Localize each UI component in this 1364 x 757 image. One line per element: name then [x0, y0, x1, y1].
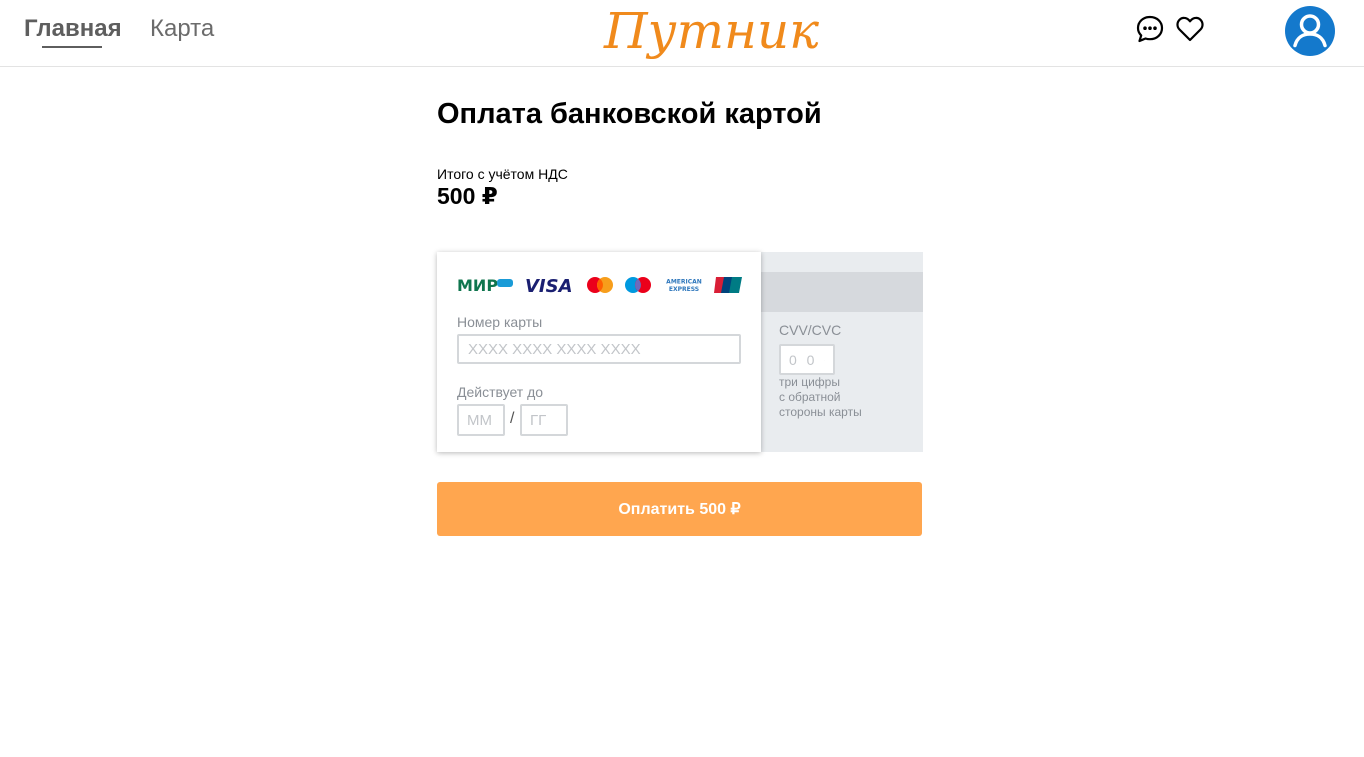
- nav-home-link[interactable]: Главная: [24, 15, 122, 43]
- card-number-input[interactable]: [457, 334, 741, 364]
- unionpay-logo-icon: [714, 277, 742, 293]
- total-amount: 500 ₽: [437, 183, 498, 209]
- user-avatar-icon[interactable]: [1285, 6, 1335, 56]
- chat-bubble-icon[interactable]: [1135, 14, 1165, 44]
- card-front-panel: МИР VISA AMERICAN EXPRESS Номер карты Де…: [437, 252, 761, 452]
- putnik-logo[interactable]: Путник: [600, 0, 840, 64]
- nav-active-underline: [42, 46, 102, 48]
- maestro-logo-icon: [625, 277, 651, 293]
- expiry-year-input[interactable]: [520, 404, 568, 436]
- card-number-label: Номер карты: [457, 314, 543, 330]
- american-express-logo-icon: AMERICAN EXPRESS: [666, 279, 702, 294]
- page-title: Оплата банковской картой: [437, 98, 822, 130]
- cvv-hint-line-1: три цифры: [779, 375, 840, 389]
- mastercard-logo-icon: [587, 277, 613, 293]
- cvv-hint-line-2: с обратной: [779, 390, 841, 404]
- svg-text:МИР: МИР: [457, 276, 498, 294]
- visa-logo-icon: VISA: [525, 276, 573, 294]
- cvv-hint-line-3: стороны карты: [779, 405, 862, 419]
- logo-text: Путник: [603, 2, 819, 60]
- heart-icon[interactable]: [1175, 14, 1205, 44]
- cvv-label: CVV/CVC: [779, 322, 842, 338]
- top-header: Главная Карта Путник: [0, 0, 1364, 67]
- total-label: Итого с учётом НДС: [437, 166, 568, 182]
- pay-button[interactable]: Оплатить 500 ₽: [437, 482, 922, 536]
- expiry-label: Действует до: [457, 384, 544, 400]
- svg-text:VISA: VISA: [525, 276, 573, 294]
- nav-map-link[interactable]: Карта: [150, 15, 214, 43]
- payment-brands: МИР VISA AMERICAN EXPRESS: [457, 276, 747, 294]
- cvv-input[interactable]: [779, 344, 835, 375]
- expiry-month-input[interactable]: [457, 404, 505, 436]
- cvv-hint: три цифры с обратной стороны карты: [779, 375, 899, 420]
- expiry-separator: /: [510, 410, 515, 427]
- mir-logo-icon: МИР: [457, 276, 513, 294]
- svg-text:AMERICAN: AMERICAN: [666, 279, 702, 286]
- svg-text:EXPRESS: EXPRESS: [669, 286, 699, 293]
